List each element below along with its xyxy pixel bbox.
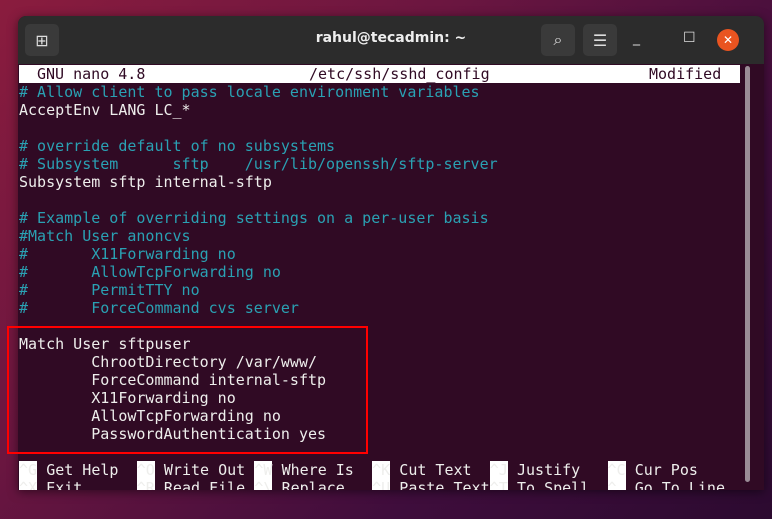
shortcut-label: Exit <box>46 479 83 490</box>
shortcut-label: Cut Text <box>399 461 472 479</box>
shortcut-key: ^X <box>19 479 38 490</box>
comment-line: # ForceCommand cvs server <box>19 299 299 317</box>
highlight-box <box>7 326 368 454</box>
shortcut-key: ^R <box>136 479 155 490</box>
nano-version: GNU nano 4.8 <box>37 65 146 83</box>
shortcut-key: ^K <box>372 461 391 479</box>
shortcut-label: To Spell <box>517 479 590 490</box>
shortcut-label: Paste Text <box>399 479 490 490</box>
comment-line: # Allow client to pass locale environmen… <box>19 83 480 101</box>
shortcut-label: Justify <box>517 461 581 479</box>
shortcut-key: ^W <box>254 461 273 479</box>
shortcut-key: ^C <box>607 461 626 479</box>
search-button[interactable]: ⌕ <box>541 24 575 56</box>
shortcut-key: ^T <box>489 479 508 490</box>
shortcut-key: ^U <box>372 479 391 490</box>
maximize-button[interactable]: ☐ <box>683 30 696 46</box>
shortcut-label: Cur Pos <box>634 461 698 479</box>
comment-line: #Match User anoncvs <box>19 227 191 245</box>
search-icon: ⌕ <box>553 30 563 49</box>
shortcut-key: ^\ <box>254 479 273 490</box>
close-icon: ✕ <box>722 33 734 47</box>
hamburger-icon: ☰ <box>592 30 608 50</box>
shortcut-key: ^G <box>19 461 38 479</box>
shortcut-label: Write Out <box>163 461 246 479</box>
comment-line: # PermitTTY no <box>19 281 200 299</box>
comment-line: # AllowTcpForwarding no <box>19 263 281 281</box>
menu-button[interactable]: ☰ <box>583 24 617 56</box>
shortcut-key: ^_ <box>607 479 626 490</box>
config-line: AcceptEnv LANG LC_* <box>19 101 191 119</box>
nano-status: Modified <box>649 65 722 83</box>
nano-filename: /etc/ssh/sshd_config <box>309 65 490 83</box>
shortcut-label: Read File <box>163 479 246 490</box>
shortcut-label: Where Is <box>281 461 354 479</box>
shortcut-key: ^J <box>489 461 508 479</box>
config-line: Subsystem sftp internal-sftp <box>19 173 272 191</box>
shortcut-key: ^O <box>136 461 155 479</box>
comment-line: # Subsystem sftp /usr/lib/openssh/sftp-s… <box>19 155 498 173</box>
nano-header: GNU nano 4.8 /etc/ssh/sshd_config Modifi… <box>19 65 740 83</box>
comment-line: # X11Forwarding no <box>19 245 236 263</box>
close-button[interactable]: ✕ <box>717 29 739 51</box>
scrollbar[interactable] <box>745 66 750 482</box>
shortcut-label: Replace <box>281 479 345 490</box>
comment-line: # Example of overriding settings on a pe… <box>19 209 489 227</box>
title-bar: ⊞ rahul@tecadmin: ~ ⌕ ☰ _ ☐ ✕ <box>18 16 764 64</box>
minimize-button[interactable]: _ <box>633 30 640 46</box>
shortcut-label: Go To Line <box>634 479 725 490</box>
comment-line: # override default of no subsystems <box>19 137 336 155</box>
shortcut-label: Get Help <box>46 461 119 479</box>
window-title: rahul@tecadmin: ~ <box>315 30 467 46</box>
